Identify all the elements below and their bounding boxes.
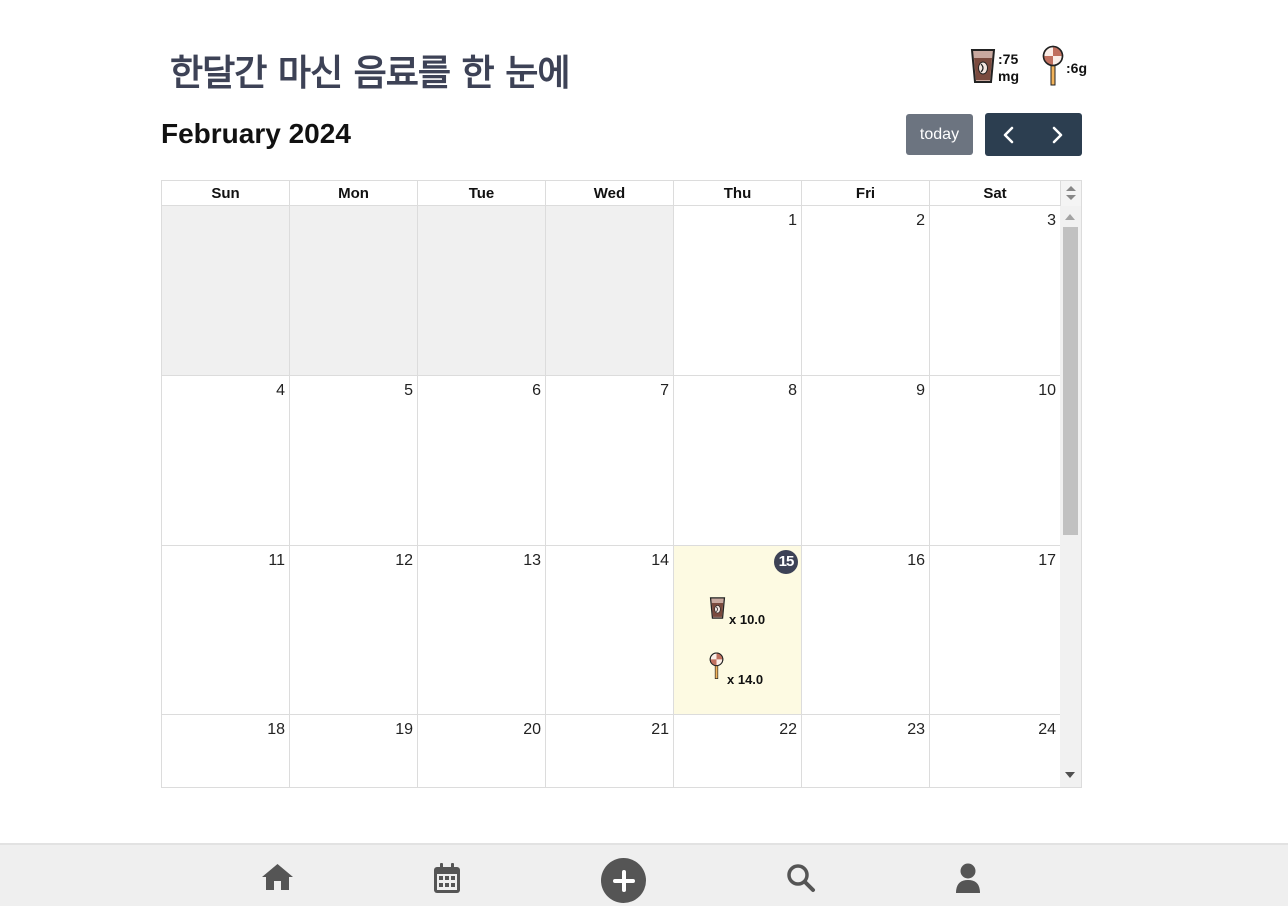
day-cell[interactable]: 17 xyxy=(930,546,1060,715)
sugar-count: x 14.0 xyxy=(727,672,764,687)
caffeine-entry[interactable]: x 10.0 xyxy=(709,596,766,627)
weekday-mon: Mon xyxy=(290,181,418,206)
day-cell[interactable]: 4 xyxy=(162,376,290,546)
next-month-button[interactable] xyxy=(1033,113,1081,156)
sugar-legend-label: :6g xyxy=(1066,59,1087,76)
day-number: 17 xyxy=(1038,552,1056,569)
bottom-nav xyxy=(0,843,1288,906)
scroll-down-arrow-icon[interactable] xyxy=(1065,772,1075,778)
weekday-tue: Tue xyxy=(418,181,546,206)
sugar-legend: :6g xyxy=(1042,45,1087,92)
weekday-thu: Thu xyxy=(674,181,802,206)
nav-search[interactable] xyxy=(786,863,816,893)
coffee-cup-icon xyxy=(970,47,996,90)
day-cell[interactable]: 24 xyxy=(930,715,1060,787)
day-cell[interactable]: 10 xyxy=(930,376,1060,546)
day-cell[interactable]: 18 xyxy=(162,715,290,787)
day-number: 1 xyxy=(788,212,797,229)
day-number: 9 xyxy=(916,382,925,399)
day-cell[interactable]: 23 xyxy=(802,715,930,787)
calendar-scrollbar[interactable] xyxy=(1060,206,1081,787)
day-number: 4 xyxy=(276,382,285,399)
day-number: 12 xyxy=(395,552,413,569)
month-title: February 2024 xyxy=(161,118,351,149)
weekday-fri: Fri xyxy=(802,181,930,206)
today-day-badge: 15 xyxy=(774,550,798,574)
day-cell-empty xyxy=(290,206,418,376)
nav-home[interactable] xyxy=(261,863,294,891)
day-number: 18 xyxy=(267,721,285,738)
header-scroll-spinner xyxy=(1060,181,1081,206)
day-cell[interactable]: 19 xyxy=(290,715,418,787)
caffeine-legend-value: :75 xyxy=(998,51,1019,67)
caffeine-legend: :75 mg xyxy=(970,46,1019,90)
day-cell-empty xyxy=(162,206,290,376)
prev-month-button[interactable] xyxy=(985,113,1033,156)
day-cell[interactable]: 20 xyxy=(418,715,546,787)
day-number: 19 xyxy=(395,721,413,738)
day-number: 14 xyxy=(651,552,669,569)
nav-calendar[interactable] xyxy=(434,863,460,893)
caffeine-count: x 10.0 xyxy=(729,612,766,627)
day-cell[interactable]: 14 xyxy=(546,546,674,715)
calendar-icon xyxy=(434,863,460,893)
page-title: 한달간 마신 음료를 한 눈에 xyxy=(170,53,570,94)
user-icon xyxy=(956,863,980,893)
day-cell[interactable]: 7 xyxy=(546,376,674,546)
weekday-sun: Sun xyxy=(162,181,290,206)
day-cell[interactable]: 1 xyxy=(674,206,802,376)
day-number: 20 xyxy=(523,721,541,738)
day-number: 22 xyxy=(779,721,797,738)
day-number: 24 xyxy=(1038,721,1056,738)
day-cell[interactable]: 6 xyxy=(418,376,546,546)
weekday-wed: Wed xyxy=(546,181,674,206)
day-number: 16 xyxy=(907,552,925,569)
day-cell[interactable]: 8 xyxy=(674,376,802,546)
chevron-right-icon xyxy=(1052,126,1063,143)
calendar-grid: Sun Mon Tue Wed Thu Fri Sat 1 2 3 4 5 6 … xyxy=(161,180,1082,788)
weekday-sat: Sat xyxy=(983,185,1007,202)
day-number: 3 xyxy=(1047,212,1056,229)
day-number: 23 xyxy=(907,721,925,738)
lollipop-icon xyxy=(709,652,724,685)
add-drink-button[interactable] xyxy=(601,858,646,903)
day-number: 11 xyxy=(268,552,285,569)
weekday-header: Sun Mon Tue Wed Thu Fri Sat xyxy=(162,181,1060,206)
today-button[interactable]: today xyxy=(906,114,973,155)
day-number: 6 xyxy=(532,382,541,399)
day-cell[interactable]: 2 xyxy=(802,206,930,376)
day-number: 8 xyxy=(788,382,797,399)
coffee-cup-icon xyxy=(709,596,726,625)
day-number: 10 xyxy=(1038,382,1056,399)
month-nav xyxy=(985,113,1082,156)
day-cell[interactable]: 5 xyxy=(290,376,418,546)
nav-profile[interactable] xyxy=(955,863,981,893)
day-cell-empty xyxy=(546,206,674,376)
calendar-body: 1 2 3 4 5 6 7 8 9 10 11 12 13 14 15 x 10… xyxy=(162,206,1060,787)
day-cell[interactable]: 9 xyxy=(802,376,930,546)
search-icon xyxy=(787,864,815,892)
day-cell[interactable]: 12 xyxy=(290,546,418,715)
day-cell[interactable]: 16 xyxy=(802,546,930,715)
sugar-entry[interactable]: x 14.0 xyxy=(709,652,764,687)
day-cell-empty xyxy=(418,206,546,376)
caffeine-legend-unit: mg xyxy=(998,68,1019,84)
day-cell-today[interactable]: 15 x 10.0 x 14.0 xyxy=(674,546,802,715)
home-icon xyxy=(262,864,293,890)
day-cell[interactable]: 22 xyxy=(674,715,802,787)
day-number: 2 xyxy=(916,212,925,229)
chevron-left-icon xyxy=(1003,126,1014,143)
scroll-up-arrow-icon[interactable] xyxy=(1065,214,1075,220)
day-cell[interactable]: 21 xyxy=(546,715,674,787)
lollipop-icon xyxy=(1042,45,1064,92)
day-cell[interactable]: 3 xyxy=(930,206,1060,376)
day-number: 21 xyxy=(651,721,669,738)
scroll-thumb[interactable] xyxy=(1063,227,1078,535)
day-number: 7 xyxy=(660,382,669,399)
plus-icon xyxy=(612,869,635,892)
day-number: 13 xyxy=(523,552,541,569)
day-cell[interactable]: 13 xyxy=(418,546,546,715)
day-number: 5 xyxy=(404,382,413,399)
day-cell[interactable]: 11 xyxy=(162,546,290,715)
